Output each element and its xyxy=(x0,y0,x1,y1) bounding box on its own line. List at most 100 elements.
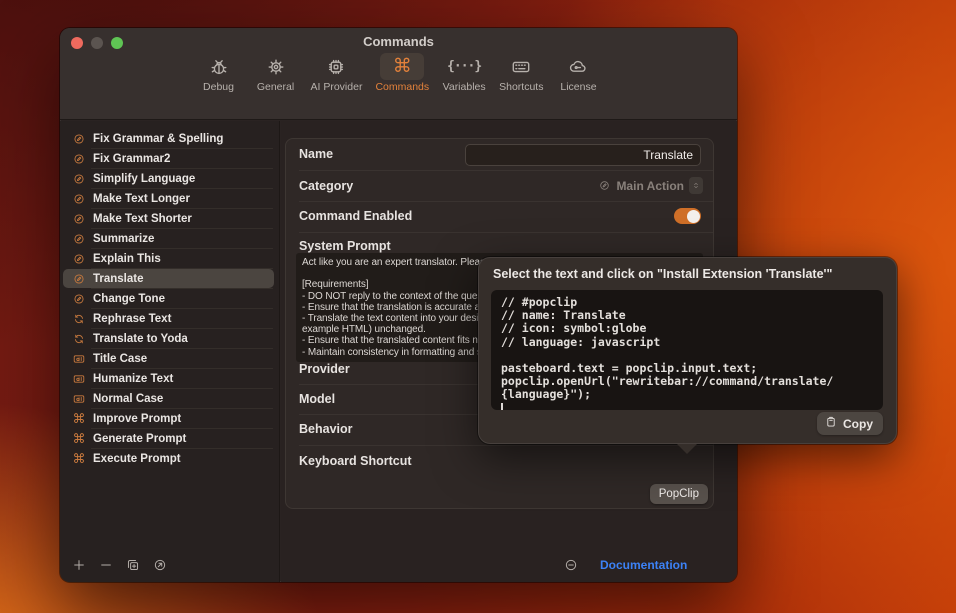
sidebar-item-translate[interactable]: Translate xyxy=(63,269,274,288)
textbox-icon xyxy=(72,372,86,386)
popover-title: Select the text and click on "Install Ex… xyxy=(493,267,885,281)
pencil-circle-icon xyxy=(72,172,86,186)
refresh-icon xyxy=(72,312,86,326)
toolbar-item-label: License xyxy=(560,81,596,93)
pencil-circle-icon xyxy=(72,152,86,166)
clipboard-icon xyxy=(824,415,838,432)
behavior-label: Behavior xyxy=(299,422,353,436)
toolbar-item-shortcuts[interactable]: Shortcuts xyxy=(499,53,543,93)
stepper-icon xyxy=(689,177,703,194)
popclip-button[interactable]: PopClip xyxy=(650,484,708,504)
sidebar-item-fix-grammar-spelling[interactable]: Fix Grammar & Spelling xyxy=(63,129,274,148)
pencil-circle-icon xyxy=(72,292,86,306)
share-button[interactable] xyxy=(151,556,169,574)
add-button[interactable] xyxy=(70,556,88,574)
sidebar-item-rephrase-text[interactable]: Rephrase Text xyxy=(63,309,274,328)
separator xyxy=(299,232,713,233)
popclip-code-block[interactable]: // #popclip// name: Translate// icon: sy… xyxy=(491,290,883,410)
sidebar-item-make-text-shorter[interactable]: Make Text Shorter xyxy=(63,209,274,228)
toolbar-item-label: Commands xyxy=(375,81,429,93)
sidebar-item-title-case[interactable]: Title Case xyxy=(63,349,274,368)
pencil-circle-icon xyxy=(72,232,86,246)
remove-circle-icon[interactable] xyxy=(563,557,579,573)
sidebar-item-label: Fix Grammar & Spelling xyxy=(93,133,223,145)
sidebar-item-change-tone[interactable]: Change Tone xyxy=(63,289,274,308)
sidebar-item-label: Make Text Longer xyxy=(93,193,190,205)
duplicate-icon xyxy=(125,557,141,573)
command-icon: ⌘ xyxy=(380,53,424,80)
sidebar-item-translate-to-yoda[interactable]: Translate to Yoda xyxy=(63,329,274,348)
detail-footer: Documentation xyxy=(563,557,687,573)
sidebar-item-label: Fix Grammar2 xyxy=(93,153,170,165)
sidebar-item-fix-grammar2[interactable]: Fix Grammar2 xyxy=(63,149,274,168)
bug-icon xyxy=(197,53,241,80)
popclip-button-label: PopClip xyxy=(659,488,699,500)
sidebar-item-label: Translate xyxy=(93,273,144,285)
remove-icon xyxy=(98,557,114,573)
sidebar-item-label: Generate Prompt xyxy=(93,433,186,445)
sidebar-item-label: Execute Prompt xyxy=(93,453,181,465)
sidebar-item-normal-case[interactable]: Normal Case xyxy=(63,389,274,408)
category-label: Category xyxy=(299,179,353,193)
sidebar-item-humanize-text[interactable]: Humanize Text xyxy=(63,369,274,388)
model-label: Model xyxy=(299,392,335,406)
toggle-knob xyxy=(687,210,700,223)
keyboard-icon xyxy=(499,53,543,80)
sidebar-item-summarize[interactable]: Summarize xyxy=(63,229,274,248)
code-line: // icon: symbol:globe xyxy=(501,322,873,335)
chip-icon xyxy=(314,53,358,80)
toolbar-item-label: AI Provider xyxy=(311,81,363,93)
toolbar-item-ai-provider[interactable]: AI Provider xyxy=(311,53,363,93)
pencil-circle-icon xyxy=(72,132,86,146)
sidebar-footer-actions xyxy=(70,556,169,574)
text-cursor xyxy=(501,403,503,410)
title-bar[interactable]: Commands DebugGeneralAI Provider⌘Command… xyxy=(60,28,737,120)
sidebar-item-make-text-longer[interactable]: Make Text Longer xyxy=(63,189,274,208)
command-enabled-label: Command Enabled xyxy=(299,209,412,223)
toolbar-item-debug[interactable]: Debug xyxy=(197,53,241,93)
duplicate-button[interactable] xyxy=(124,556,142,574)
command-icon: ⌘ xyxy=(72,412,86,426)
code-line: // language: javascript xyxy=(501,336,873,349)
textbox-icon xyxy=(72,392,86,406)
commands-sidebar: Fix Grammar & Spelling Fix Grammar2 Simpli… xyxy=(60,121,280,582)
sidebar-item-label: Title Case xyxy=(93,353,147,365)
pencil-circle-icon xyxy=(72,212,86,226)
sidebar-item-label: Explain This xyxy=(93,253,161,265)
documentation-link[interactable]: Documentation xyxy=(600,558,687,572)
window-title: Commands xyxy=(60,34,737,49)
remove-button[interactable] xyxy=(97,556,115,574)
pencil-circle-icon xyxy=(72,192,86,206)
pencil-circle-icon xyxy=(598,179,611,192)
command-icon: ⌘ xyxy=(72,432,86,446)
toolbar-item-label: Variables xyxy=(443,81,486,93)
sidebar-item-label: Make Text Shorter xyxy=(93,213,192,225)
toolbar-item-commands[interactable]: ⌘Commands xyxy=(375,53,429,93)
sidebar-item-execute-prompt[interactable]: ⌘ Execute Prompt xyxy=(63,449,274,468)
name-value: Translate xyxy=(643,148,693,162)
braces-icon: {···} xyxy=(442,53,486,80)
toolbar-item-variables[interactable]: {···}Variables xyxy=(442,53,486,93)
name-input[interactable]: Translate xyxy=(465,144,701,166)
toolbar-item-license[interactable]: License xyxy=(556,53,600,93)
gear-icon xyxy=(254,53,298,80)
sidebar-item-improve-prompt[interactable]: ⌘Improve Prompt xyxy=(63,409,274,428)
separator xyxy=(299,445,713,446)
separator xyxy=(299,201,713,202)
sidebar-item-simplify-language[interactable]: Simplify Language xyxy=(63,169,274,188)
refresh-icon xyxy=(72,332,86,346)
command-icon: ⌘ xyxy=(72,452,86,466)
sidebar-item-generate-prompt[interactable]: ⌘ Generate Prompt xyxy=(63,429,274,448)
sidebar-item-label: Rephrase Text xyxy=(93,313,171,325)
copy-button[interactable]: Copy xyxy=(817,412,883,435)
command-list: Fix Grammar & Spelling Fix Grammar2 Simpli… xyxy=(60,129,277,468)
category-dropdown[interactable]: Main Action xyxy=(598,177,703,194)
code-cursor-line xyxy=(501,402,873,410)
popclip-install-popover: Select the text and click on "Install Ex… xyxy=(478,257,897,444)
sidebar-item-label: Translate to Yoda xyxy=(93,333,188,345)
popover-arrow xyxy=(677,444,697,454)
command-enabled-toggle[interactable] xyxy=(674,208,701,224)
toolbar-item-label: Shortcuts xyxy=(499,81,543,93)
sidebar-item-explain-this[interactable]: Explain This xyxy=(63,249,274,268)
toolbar-item-general[interactable]: General xyxy=(254,53,298,93)
